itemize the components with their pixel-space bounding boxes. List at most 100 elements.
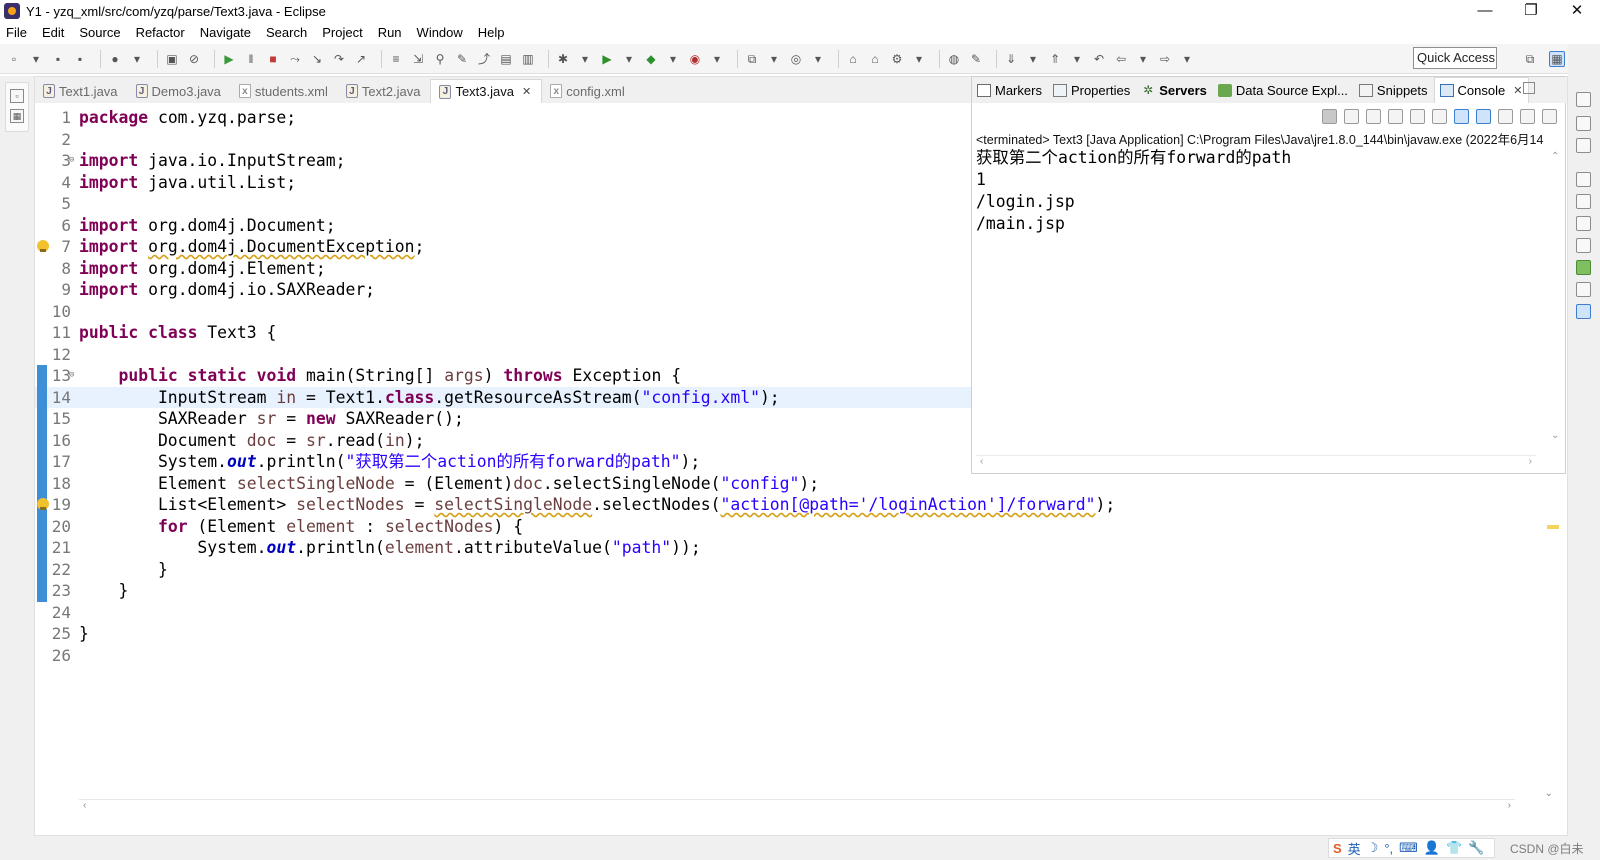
code-line[interactable]: 25} — [35, 623, 1535, 644]
search-icon[interactable]: ⚙ — [889, 51, 905, 67]
display-console-icon[interactable] — [1520, 108, 1535, 124]
console-horizontal-scrollbar[interactable]: ‹ › — [976, 455, 1536, 469]
keyboard-icon[interactable]: ⌨ — [1399, 840, 1418, 856]
toggle-breakpoint-icon[interactable]: ⚲ — [432, 51, 448, 67]
properties-icon[interactable] — [1576, 216, 1591, 231]
sogou-logo-icon[interactable]: S — [1333, 841, 1342, 856]
java-ee-perspective-icon[interactable]: ▦ — [1549, 51, 1565, 67]
code-line[interactable]: 22 } — [35, 559, 1535, 580]
dropdown-icon[interactable]: ▾ — [665, 51, 681, 67]
menu-window[interactable]: Window — [417, 25, 463, 40]
clear-console-icon[interactable] — [1388, 108, 1403, 124]
dropdown-icon[interactable]: ▾ — [1135, 51, 1151, 67]
new-server-icon[interactable]: ⧉ — [744, 51, 760, 67]
scroll-down-arrow[interactable]: ⌄ — [1545, 788, 1553, 799]
minimize-view-icon[interactable] — [1523, 82, 1535, 94]
web-browser-icon[interactable]: ◍ — [946, 51, 962, 67]
debug-icon[interactable]: ✱ — [555, 51, 571, 67]
word-wrap-icon[interactable] — [1432, 108, 1447, 124]
open-perspective-icon[interactable]: ● — [107, 51, 123, 67]
close-tab-icon[interactable]: ✕ — [522, 85, 531, 98]
menu-source[interactable]: Source — [79, 25, 120, 40]
view-tab-snippets[interactable]: Snippets — [1354, 77, 1434, 103]
menu-help[interactable]: Help — [478, 25, 505, 40]
close-view-icon[interactable]: ✕ — [1513, 84, 1522, 97]
dropdown-icon[interactable]: ▾ — [28, 51, 44, 67]
open-type-icon[interactable]: ⌂ — [845, 51, 861, 67]
warning-lightbulb-icon[interactable] — [37, 498, 49, 510]
warning-marker[interactable] — [1547, 525, 1559, 529]
menu-navigate[interactable]: Navigate — [200, 25, 251, 40]
dropdown-icon[interactable]: ▾ — [709, 51, 725, 67]
view-tab-console[interactable]: Console ✕ — [1433, 77, 1530, 103]
editor-tab-demo3-java[interactable]: J Demo3.java — [128, 79, 231, 103]
remove-launch-icon[interactable] — [1344, 108, 1359, 124]
view-tab-data[interactable]: Data Source Expl... — [1213, 77, 1354, 103]
resume-icon[interactable]: ▶ — [221, 51, 237, 67]
maximize-button[interactable]: ❐ — [1508, 0, 1554, 22]
moon-icon[interactable]: ☽ — [1367, 840, 1379, 856]
disconnect-icon[interactable]: ⤳ — [287, 51, 303, 67]
minimize-button[interactable]: — — [1462, 0, 1508, 22]
dropdown-icon[interactable]: ▾ — [129, 51, 145, 67]
dropdown-icon[interactable]: ▾ — [621, 51, 637, 67]
view-tab-properties[interactable]: Properties — [1048, 77, 1136, 103]
menu-file[interactable]: File — [6, 25, 27, 40]
run-icon[interactable]: ▶ — [599, 51, 615, 67]
scroll-right-arrow[interactable]: › — [1529, 456, 1532, 467]
console-toggle-icon[interactable]: ▣ — [164, 51, 180, 67]
new-icon[interactable]: ▫ — [6, 51, 22, 67]
dropdown-icon[interactable]: ▾ — [1025, 51, 1041, 67]
use-step-filters-icon[interactable]: ≡ — [388, 51, 404, 67]
code-line[interactable]: 24 — [35, 602, 1535, 623]
dropdown-icon[interactable]: ▾ — [1179, 51, 1195, 67]
outline-icon[interactable] — [1576, 116, 1591, 131]
editor-tab-config-xml[interactable]: x config.xml — [542, 79, 635, 103]
warning-lightbulb-icon[interactable] — [37, 240, 49, 252]
menu-edit[interactable]: Edit — [42, 25, 64, 40]
console-output[interactable]: 获取第二个action的所有forward的path 1/login.jsp/ma… — [976, 147, 1531, 235]
new-java-class-icon[interactable]: ◎ — [788, 51, 804, 67]
snippets-icon[interactable] — [1576, 282, 1591, 297]
prev-annotation-icon[interactable]: ⇑ — [1047, 51, 1063, 67]
skin-icon[interactable]: 👕 — [1446, 840, 1462, 856]
step-into-icon[interactable]: ↘ — [309, 51, 325, 67]
show-on-output-icon[interactable] — [1454, 108, 1469, 124]
last-edit-icon[interactable]: ↶ — [1091, 51, 1107, 67]
restore-icon[interactable] — [1576, 172, 1591, 187]
remove-all-terminated-icon[interactable] — [1366, 108, 1381, 124]
save-icon[interactable]: ▪ — [50, 51, 66, 67]
fold-toggle-icon[interactable]: ⊖ — [69, 365, 74, 386]
menu-search[interactable]: Search — [266, 25, 307, 40]
editor-tab-text3-java[interactable]: J Text3.java ✕ — [430, 79, 543, 103]
restore-icon[interactable]: ▫ — [10, 89, 24, 103]
data-source-icon[interactable] — [1576, 260, 1591, 275]
task-list-icon[interactable] — [1576, 138, 1591, 153]
back-icon[interactable]: ⇦ — [1113, 51, 1129, 67]
ant-icon[interactable]: ✎ — [454, 51, 470, 67]
dropdown-icon[interactable]: ▾ — [911, 51, 927, 67]
quick-access-field[interactable]: Quick Access — [1413, 47, 1497, 69]
step-return-icon[interactable]: ↗ — [353, 51, 369, 67]
close-button[interactable]: ✕ — [1554, 0, 1600, 22]
open-console-icon[interactable] — [1542, 108, 1557, 124]
external-tools-icon[interactable]: ◉ — [687, 51, 703, 67]
skip-breakpoints-icon[interactable]: ⊘ — [186, 51, 202, 67]
menu-run[interactable]: Run — [378, 25, 402, 40]
punctuation-icon[interactable]: °, — [1384, 841, 1393, 856]
pin-console-icon[interactable] — [1498, 108, 1513, 124]
code-line[interactable]: 21 System.out.println(element.attributeV… — [35, 537, 1535, 558]
fold-toggle-icon[interactable]: ⊖ — [69, 150, 74, 171]
scroll-up-arrow[interactable]: ⌃ — [1551, 151, 1559, 162]
open-perspective-icon[interactable]: ⧉ — [1522, 51, 1538, 67]
code-line[interactable]: 20 for (Element element : selectNodes) { — [35, 516, 1535, 537]
code-line[interactable]: 19 List<Element> selectNodes = selectSin… — [35, 494, 1535, 515]
ime-language-label[interactable]: 英 — [1348, 839, 1361, 858]
servers-icon[interactable] — [1576, 194, 1591, 209]
dropdown-icon[interactable]: ▾ — [1069, 51, 1085, 67]
editor-tab-text1-java[interactable]: J Text1.java — [35, 79, 128, 103]
menu-project[interactable]: Project — [322, 25, 362, 40]
editor-tab-students-xml[interactable]: x students.xml — [231, 79, 338, 103]
drop-to-frame-icon[interactable]: ⇲ — [410, 51, 426, 67]
scroll-right-arrow[interactable]: › — [1508, 800, 1511, 811]
